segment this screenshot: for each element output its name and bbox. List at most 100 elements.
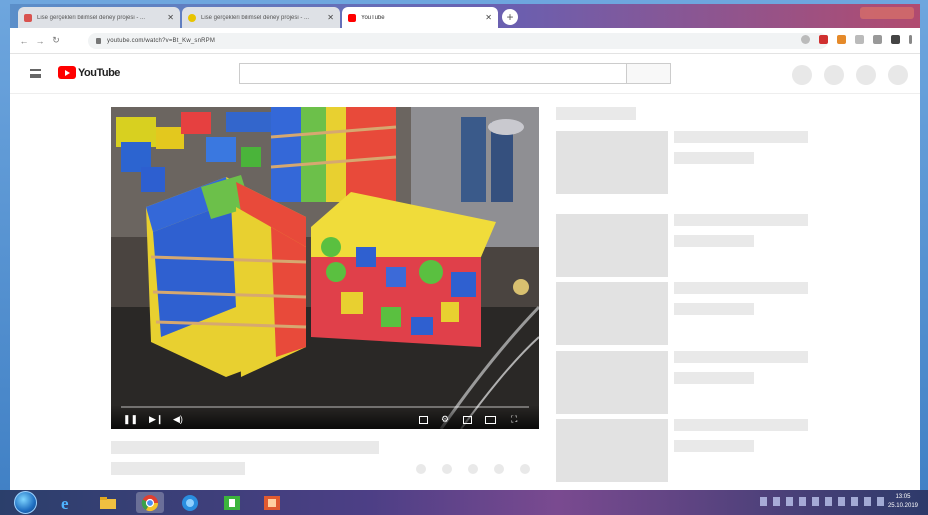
file-explorer-icon[interactable] <box>94 492 122 513</box>
miniplayer-icon[interactable] <box>463 416 472 424</box>
url-text: youtube.com/watch?v=Bt_Kw_snRPM <box>107 38 216 44</box>
browser-window: Lise gerçekleri bilimsel deney projesi -… <box>10 4 920 490</box>
action-placeholder <box>416 464 426 474</box>
taskbar-app-green-icon[interactable] <box>218 492 246 513</box>
address-bar[interactable]: youtube.com/watch?v=Bt_Kw_snRPM <box>88 33 828 49</box>
search-input[interactable] <box>239 63 627 84</box>
clock-time: 13:05 <box>895 494 911 500</box>
browser-tab-youtube[interactable]: YouTube ✕ <box>342 7 498 28</box>
extension-red-icon[interactable] <box>819 35 828 44</box>
recommended-thumbnail-placeholder <box>556 214 668 277</box>
tab-close-icon[interactable]: ✕ <box>327 13 334 22</box>
browser-tab-1[interactable]: Lise gerçekleri bilimsel deney projesi -… <box>18 7 180 28</box>
progress-bar[interactable] <box>121 406 529 408</box>
extension-dark-icon[interactable] <box>891 35 900 44</box>
avatar[interactable] <box>888 65 908 85</box>
window-controls[interactable] <box>860 7 914 19</box>
tray-icon[interactable] <box>825 497 832 506</box>
volume-tray-icon[interactable] <box>877 497 884 506</box>
action-placeholder <box>494 464 504 474</box>
pause-icon[interactable]: ❚❚ <box>123 415 138 424</box>
action-placeholder <box>442 464 452 474</box>
youtube-play-logo-icon <box>58 66 76 79</box>
tray-icon[interactable] <box>838 497 845 506</box>
windows-taskbar: e 13:05 25.10.2019 <box>0 490 928 515</box>
next-icon[interactable]: ▶❙ <box>149 415 163 424</box>
reload-icon[interactable]: ↻ <box>48 35 64 46</box>
recommended-meta-placeholder <box>674 235 754 247</box>
fullscreen-icon[interactable]: ⛶ <box>511 415 517 424</box>
recommended-title-placeholder <box>674 214 808 226</box>
tray-icon[interactable] <box>799 497 806 506</box>
recommended-thumbnail-placeholder <box>556 351 668 414</box>
youtube-favicon-icon <box>348 13 356 22</box>
tab-close-icon[interactable]: ✕ <box>167 13 174 22</box>
tab-close-icon[interactable]: ✕ <box>485 13 492 22</box>
recommended-title-placeholder <box>674 282 808 294</box>
tab-label: Lise gerçekleri bilimsel deney projesi -… <box>37 14 146 21</box>
recommended-meta-placeholder <box>674 440 754 452</box>
create-icon[interactable] <box>792 65 812 85</box>
theater-mode-icon[interactable] <box>485 416 496 424</box>
sidebar-header-placeholder <box>556 107 636 120</box>
lock-icon <box>96 38 101 44</box>
system-tray <box>760 497 884 506</box>
video-player[interactable]: ❚❚ ▶❙ ◀) ⚙ ⛶ <box>111 107 539 429</box>
tray-icon[interactable] <box>851 497 858 506</box>
video-title-placeholder <box>111 441 379 454</box>
extension-icons <box>801 35 912 44</box>
youtube-header: YouTube <box>10 54 920 94</box>
action-placeholder <box>468 464 478 474</box>
player-controls: ❚❚ ▶❙ ◀) ⚙ ⛶ <box>111 405 539 429</box>
extension-gray-icon[interactable] <box>855 35 864 44</box>
tray-icon[interactable] <box>773 497 780 506</box>
taskbar-app-orange-icon[interactable] <box>258 492 286 513</box>
settings-icon[interactable]: ⚙ <box>441 415 449 424</box>
tray-icon[interactable] <box>786 497 793 506</box>
start-button[interactable] <box>14 491 37 514</box>
recommended-title-placeholder <box>674 419 808 431</box>
tab-label: Lise gerçekleri bilimsel deney projesi -… <box>201 14 310 21</box>
tray-icon[interactable] <box>812 497 819 506</box>
star-icon[interactable] <box>801 35 810 44</box>
hamburger-menu-icon[interactable] <box>30 69 41 78</box>
youtube-logo[interactable]: YouTube <box>58 66 120 79</box>
tab-favicon-icon <box>24 13 32 22</box>
search-button[interactable] <box>627 63 671 84</box>
apps-icon[interactable] <box>824 65 844 85</box>
action-placeholder <box>520 464 530 474</box>
video-frame <box>111 107 539 429</box>
recommended-thumbnail-placeholder <box>556 131 668 194</box>
youtube-wordmark: YouTube <box>78 66 120 79</box>
internet-explorer-icon[interactable]: e <box>54 492 82 513</box>
notifications-icon[interactable] <box>856 65 876 85</box>
subtitles-icon[interactable] <box>419 416 428 424</box>
extension-orange-icon[interactable] <box>837 35 846 44</box>
new-tab-button[interactable]: + <box>502 9 518 25</box>
recommended-title-placeholder <box>674 131 808 143</box>
tab-label: YouTube <box>361 14 385 21</box>
tab-favicon-icon <box>188 13 196 22</box>
svg-text:e: e <box>61 494 69 512</box>
tray-icon[interactable] <box>760 497 767 506</box>
back-arrow-icon[interactable]: ← <box>16 36 32 46</box>
browser-toolbar: ← → ↻ youtube.com/watch?v=Bt_Kw_snRPM <box>10 28 920 54</box>
taskbar-app-blue-icon[interactable] <box>176 492 204 513</box>
browser-tab-2[interactable]: Lise gerçekleri bilimsel deney projesi -… <box>182 7 340 28</box>
clock-date: 25.10.2019 <box>887 503 918 509</box>
recommended-meta-placeholder <box>674 152 754 164</box>
menu-kebab-icon[interactable] <box>909 35 912 44</box>
tab-strip: Lise gerçekleri bilimsel deney projesi -… <box>10 4 920 28</box>
chrome-taskbar-icon[interactable] <box>136 492 164 513</box>
taskbar-clock[interactable]: 13:05 25.10.2019 <box>888 493 918 511</box>
recommended-thumbnail-placeholder <box>556 282 668 345</box>
recommended-meta-placeholder <box>674 303 754 315</box>
forward-arrow-icon[interactable]: → <box>32 36 48 46</box>
network-icon[interactable] <box>864 497 871 506</box>
recommended-thumbnail-placeholder <box>556 419 668 482</box>
video-meta-placeholder <box>111 462 245 475</box>
recommended-title-placeholder <box>674 351 808 363</box>
volume-icon[interactable]: ◀) <box>173 415 183 424</box>
recommended-meta-placeholder <box>674 372 754 384</box>
extension-icon[interactable] <box>873 35 882 44</box>
